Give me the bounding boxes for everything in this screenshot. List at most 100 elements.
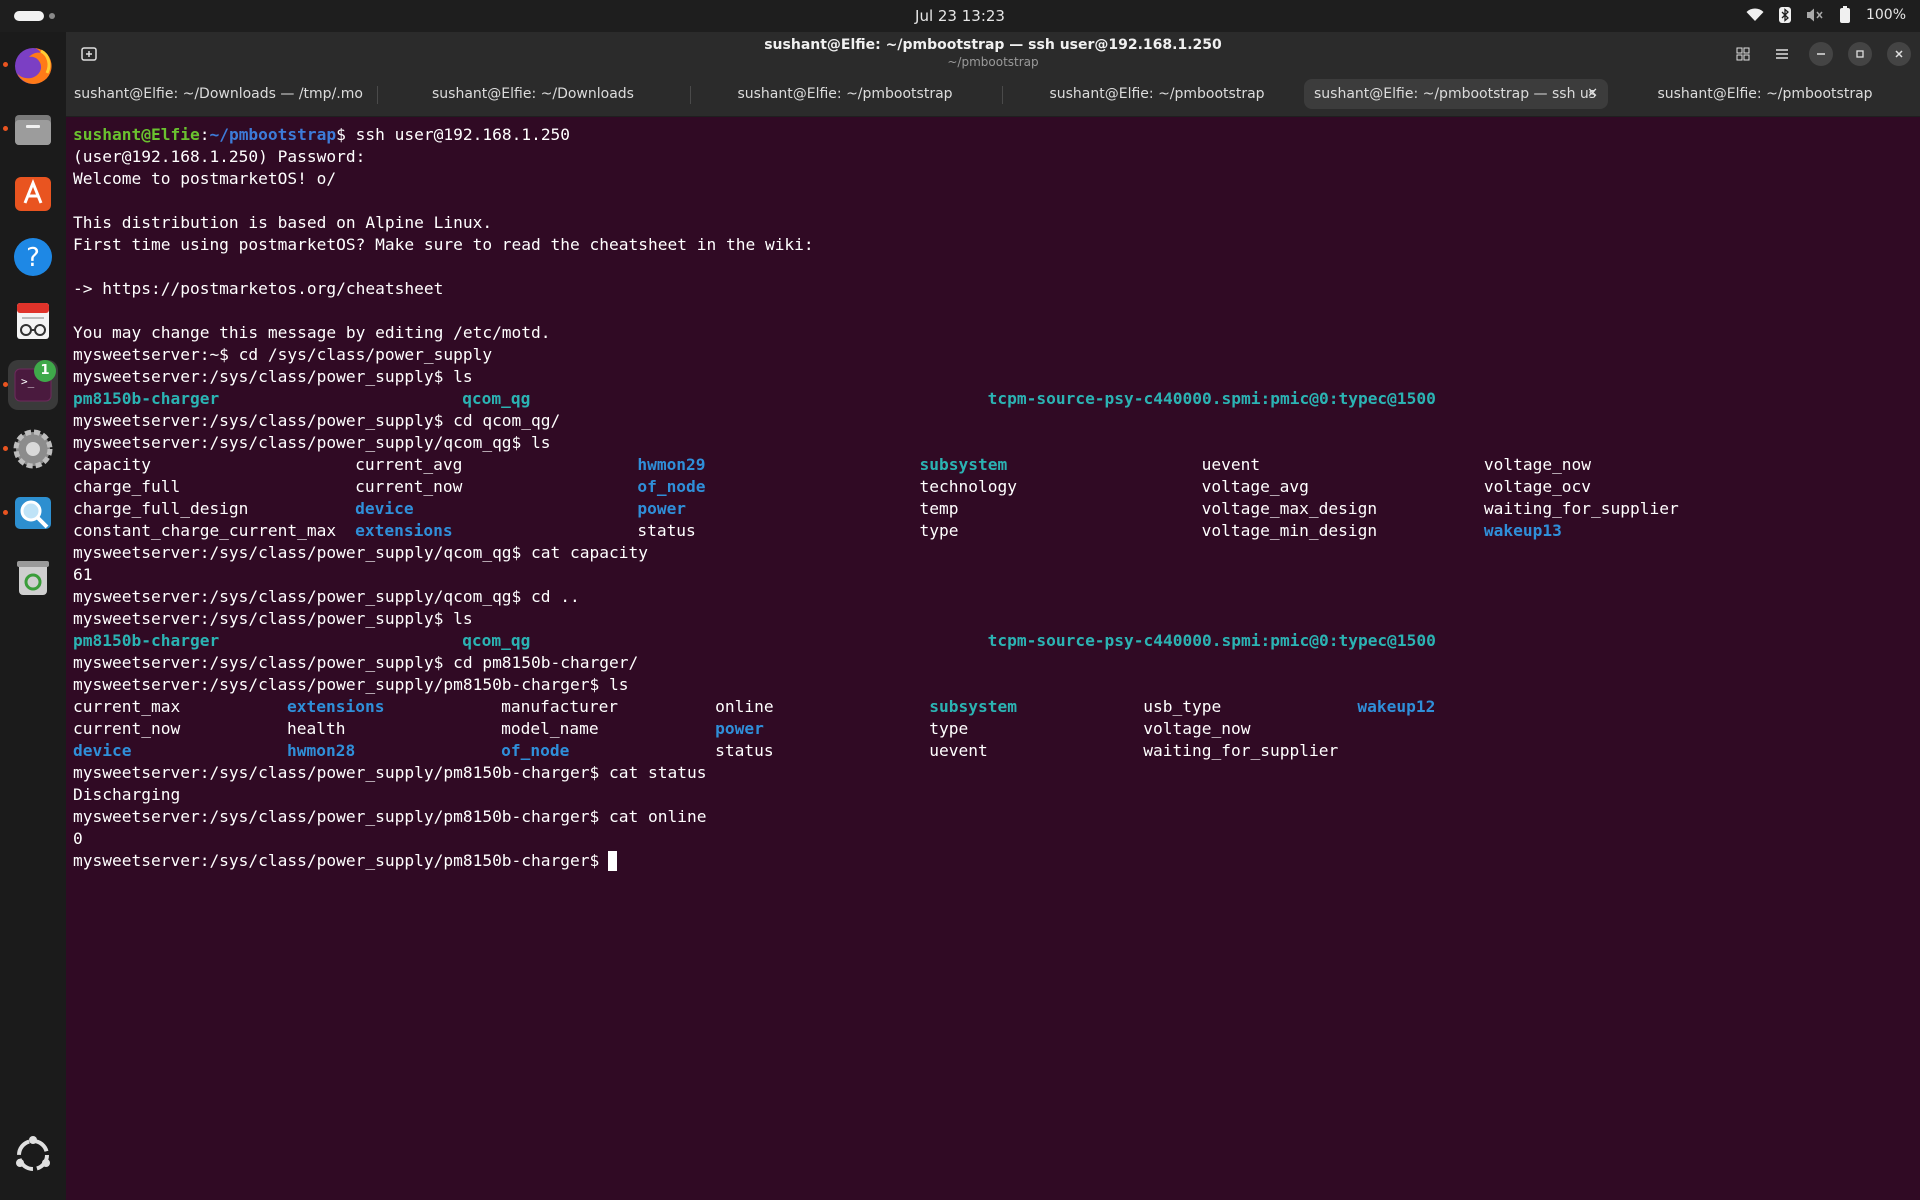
tab-4[interactable]: sushant@Elfie: ~/pmbootstrap [1008, 79, 1306, 109]
dock-document-viewer[interactable] [8, 296, 58, 346]
restore-button[interactable] [1848, 42, 1872, 66]
tab-label: sushant@Elfie: ~/Downloads [432, 86, 634, 102]
tab-6[interactable]: sushant@Elfie: ~/pmbootstrap [1616, 79, 1914, 109]
tab-label: sushant@Elfie: ~/Downloads — /tmp/.mour [74, 86, 364, 102]
line-text: You may change this message by editing /… [73, 323, 551, 342]
dock-trash[interactable] [8, 552, 58, 602]
terminal-cursor [608, 851, 618, 871]
ls-entry: device [355, 499, 414, 518]
terminal-line: mysweetserver:/sys/class/power_supply/pm… [73, 850, 609, 872]
dock-terminal[interactable]: >_ 1 [3, 360, 58, 410]
top-bar: Jul 23 13:23 100% [0, 0, 1920, 32]
dock-files[interactable] [3, 104, 58, 154]
ls-entry: pm8150b-charger [73, 631, 220, 650]
ubuntu-icon [16, 1136, 50, 1171]
window-title: sushant@Elfie: ~/pmbootstrap — ssh user@… [764, 37, 1222, 53]
tab-separator [690, 86, 691, 104]
wifi-icon [1746, 6, 1764, 24]
terminal-line: mysweetserver:/sys/class/power_supply/qc… [73, 542, 648, 564]
close-button[interactable] [1887, 42, 1911, 66]
dock-image-viewer[interactable] [3, 488, 58, 538]
ls-entry: model_name [501, 719, 599, 738]
ls-entry: voltage_now [1483, 455, 1592, 474]
tab-label: sushant@Elfie: ~/pmbootstrap [1049, 86, 1265, 102]
ls-entry: waiting_for_supplier [1143, 741, 1339, 760]
help-icon: ? [14, 238, 52, 276]
ls-entry: tcpm-source-psy-c440000.spmi:pmic@0:type… [987, 631, 1436, 650]
grid-view-button[interactable] [1731, 42, 1755, 66]
clock[interactable]: Jul 23 13:23 [0, 7, 1920, 25]
ls-entry: power [715, 719, 764, 738]
ls-entry: of_node [501, 741, 570, 760]
header-bar: sushant@Elfie: ~/pmbootstrap — ssh user@… [66, 32, 1920, 74]
document-viewer-icon [17, 303, 49, 339]
terminal-line: This distribution is based on Alpine Lin… [73, 212, 492, 234]
volume-muted-icon [1806, 6, 1824, 24]
grid-icon [1736, 47, 1750, 61]
terminal-line: mysweetserver:~$ cd /sys/class/power_sup… [73, 344, 492, 366]
dock-app-center[interactable] [8, 168, 58, 218]
ls-entry: waiting_for_supplier [1483, 499, 1679, 518]
tab-5-active[interactable]: sushant@Elfie: ~/pmbootstrap — ssh us ✕ [1304, 79, 1608, 109]
ls-entry: type [929, 719, 969, 738]
svg-text:?: ? [26, 243, 40, 273]
files-icon [15, 115, 51, 145]
tab-separator [1002, 86, 1003, 104]
line-text: mysweetserver:/sys/class/power_supply/qc… [73, 543, 648, 562]
close-icon [1895, 50, 1903, 58]
terminal-line: Discharging [73, 784, 180, 806]
terminal-line: (user@192.168.1.250) Password: [73, 146, 365, 168]
hamburger-icon [1776, 49, 1788, 59]
settings-icon [13, 429, 53, 469]
line-text: This distribution is based on Alpine Lin… [73, 213, 493, 232]
terminal-line: -> https://postmarketos.org/cheatsheet [73, 278, 443, 300]
ls-entry: voltage_now [1143, 719, 1251, 738]
tab-2[interactable]: sushant@Elfie: ~/Downloads [384, 79, 682, 109]
tab-close-icon[interactable]: ✕ [1587, 79, 1598, 109]
system-tray[interactable]: 100% [1746, 6, 1906, 24]
running-indicator [3, 126, 8, 131]
ls-entry: technology [919, 477, 1017, 496]
firefox-icon [15, 47, 52, 84]
dock-firefox[interactable] [3, 40, 58, 90]
line-text: mysweetserver:/sys/class/power_supply/qc… [73, 433, 551, 452]
tab-1[interactable]: sushant@Elfie: ~/Downloads — /tmp/.mour [74, 79, 364, 109]
ls-entry: tcpm-source-psy-c440000.spmi:pmic@0:type… [987, 389, 1436, 408]
tab-3[interactable]: sushant@Elfie: ~/pmbootstrap [696, 79, 994, 109]
ls-entry: voltage_ocv [1483, 477, 1592, 496]
dock-settings[interactable] [3, 424, 58, 474]
terminal-line: mysweetserver:/sys/class/power_supply/qc… [73, 586, 580, 608]
ls-entry: uevent [929, 741, 988, 760]
ls-entry: charge_full_design [73, 499, 249, 518]
ls-entry: extensions [355, 521, 453, 540]
terminal-window: sushant@Elfie: ~/pmbootstrap — ssh user@… [66, 32, 1920, 1200]
tab-bar: sushant@Elfie: ~/Downloads — /tmp/.mour … [66, 74, 1920, 117]
dock-help[interactable]: ? [8, 232, 58, 282]
ls-entry: hwmon29 [637, 455, 706, 474]
terminal-line: mysweetserver:/sys/class/power_supply$ l… [73, 366, 473, 388]
window-subtitle: ~/pmbootstrap [947, 55, 1039, 69]
ls-entry: power [637, 499, 687, 518]
notification-badge: 1 [34, 360, 56, 382]
terminal-line: mysweetserver:/sys/class/power_supply/pm… [73, 806, 706, 828]
terminal-line: mysweetserver:/sys/class/power_supply/pm… [73, 762, 706, 784]
ls-entry: current_now [73, 719, 181, 738]
terminal-line: 61 [73, 564, 93, 586]
running-indicator [3, 382, 8, 387]
ls-entry: uevent [1201, 455, 1261, 474]
terminal-line: mysweetserver:/sys/class/power_supply$ c… [73, 410, 560, 432]
terminal-output[interactable]: sushant@Elfie:~/pmbootstrap$ ssh user@19… [73, 124, 1913, 1194]
line-text: Welcome to postmarketOS! o/ [73, 169, 337, 188]
line-text: mysweetserver:~$ cd /sys/class/power_sup… [73, 345, 493, 364]
ls-entry: temp [919, 499, 959, 518]
line-text: mysweetserver:/sys/class/power_supply/pm… [73, 851, 610, 870]
ls-entry: device [73, 741, 132, 760]
ls-entry: qcom_qg [462, 389, 531, 408]
terminal-line: You may change this message by editing /… [73, 322, 551, 344]
battery-percent: 100% [1865, 7, 1906, 23]
dock-show-apps[interactable] [8, 1130, 58, 1180]
minimize-button[interactable] [1809, 42, 1833, 66]
terminal-line: sushant@Elfie:~/pmbootstrap$ ssh user@19… [73, 124, 570, 146]
menu-button[interactable] [1770, 42, 1794, 66]
app-center-icon [15, 177, 51, 211]
